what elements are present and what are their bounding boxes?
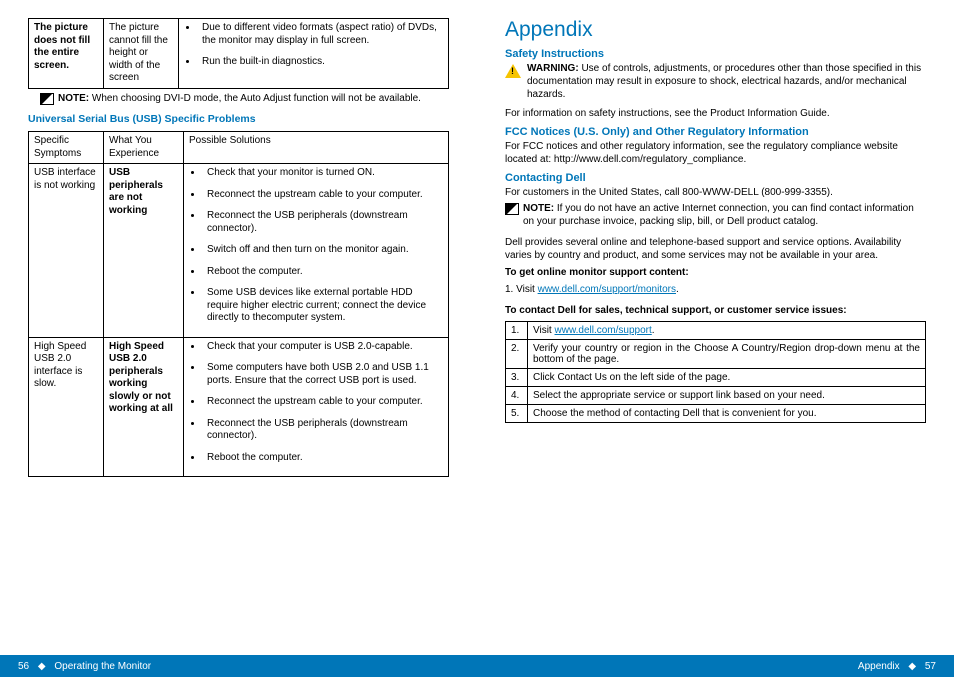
step-text: Click Contact Us on the left side of the… <box>528 369 926 387</box>
note-internet: NOTE: If you do not have an active Inter… <box>505 203 926 228</box>
bullet: Reboot the computer. <box>203 452 443 465</box>
cell-experience: The picture cannot fill the height or wi… <box>104 19 179 89</box>
table-contact-steps: 1. Visit www.dell.com/support. 2. Verify… <box>505 321 926 423</box>
left-page: The picture does not fill the entire scr… <box>0 0 477 677</box>
bullet: Run the built-in diagnostics. <box>198 56 443 69</box>
footer-left: 56 ◆ Operating the Monitor <box>18 661 151 672</box>
step-text: Select the appropriate service or suppor… <box>528 387 926 405</box>
row2-solutions: Check that your computer is USB 2.0-capa… <box>184 337 449 477</box>
warning-text: WARNING: Use of controls, adjustments, o… <box>527 62 926 101</box>
table-row: 4. Select the appropriate service or sup… <box>506 387 926 405</box>
section-title-right: Appendix <box>858 661 900 672</box>
step-text: Visit www.dell.com/support. <box>528 322 926 340</box>
link-dell-support[interactable]: www.dell.com/support <box>555 325 652 336</box>
note-dvi: NOTE: When choosing DVI-D mode, the Auto… <box>40 93 449 106</box>
table-row: 1. Visit www.dell.com/support. <box>506 322 926 340</box>
col-header-solutions: Possible Solutions <box>184 132 449 164</box>
para-fcc: For FCC notices and other regulatory inf… <box>505 140 926 166</box>
bullet: Due to different video formats (aspect r… <box>198 22 443 47</box>
step-num: 4. <box>506 387 528 405</box>
footer-right: Appendix ◆ 57 <box>858 661 936 672</box>
para-contact-us: For customers in the United States, call… <box>505 186 926 199</box>
row1-experience: USB peripherals are not working <box>104 164 184 338</box>
step-text: Choose the method of contacting Dell tha… <box>528 405 926 423</box>
row1-symptom: USB interface is not working <box>29 164 104 338</box>
fcc-heading: FCC Notices (U.S. Only) and Other Regula… <box>505 126 926 138</box>
bullet: Some USB devices like external portable … <box>203 287 443 325</box>
warning-icon <box>505 64 521 78</box>
note-icon <box>40 93 54 105</box>
footer-bar: 56 ◆ Operating the Monitor Appendix ◆ 57 <box>0 655 954 677</box>
step-num: 3. <box>506 369 528 387</box>
safety-heading: Safety Instructions <box>505 48 926 60</box>
page-number-right: 57 <box>925 661 936 672</box>
step-num: 1. <box>506 322 528 340</box>
bullet: Reconnect the upstream cable to your com… <box>203 189 443 202</box>
contacting-dell-heading: Contacting Dell <box>505 172 926 184</box>
cell-solutions: Due to different video formats (aspect r… <box>179 19 449 89</box>
diamond-icon: ◆ <box>38 661 46 672</box>
table-row: 5. Choose the method of contacting Dell … <box>506 405 926 423</box>
col-header-experience: What You Experience <box>104 132 184 164</box>
warning-block: WARNING: Use of controls, adjustments, o… <box>505 62 926 101</box>
diamond-icon: ◆ <box>908 661 916 672</box>
note-text: NOTE: When choosing DVI-D mode, the Auto… <box>58 93 421 106</box>
appendix-title: Appendix <box>505 18 926 42</box>
bullet: Reboot the computer. <box>203 266 443 279</box>
para-support-options: Dell provides several online and telepho… <box>505 236 926 262</box>
bullet: Switch off and then turn on the monitor … <box>203 244 443 257</box>
step-num: 5. <box>506 405 528 423</box>
bullet: Reconnect the upstream cable to your com… <box>203 396 443 409</box>
cell-symptom: The picture does not fill the entire scr… <box>29 19 104 89</box>
row2-experience: High Speed USB 2.0 peripherals working s… <box>104 337 184 477</box>
col-header-symptoms: Specific Symptoms <box>29 132 104 164</box>
page-number-left: 56 <box>18 661 29 672</box>
right-page: Appendix Safety Instructions WARNING: Us… <box>477 0 954 677</box>
link-support-monitors[interactable]: www.dell.com/support/monitors <box>538 284 676 295</box>
bullet: Some computers have both USB 2.0 and USB… <box>203 362 443 387</box>
step-num: 2. <box>506 340 528 369</box>
note-icon <box>505 203 519 215</box>
step-text: Verify your country or region in the Cho… <box>528 340 926 369</box>
online-support-step: 1. Visit www.dell.com/support/monitors. <box>505 283 926 296</box>
section-title-left: Operating the Monitor <box>54 661 151 672</box>
row2-symptom: High Speed USB 2.0 interface is slow. <box>29 337 104 477</box>
note-text: NOTE: If you do not have an active Inter… <box>523 203 926 228</box>
contact-issues-heading: To contact Dell for sales, technical sup… <box>505 304 926 317</box>
online-support-heading: To get online monitor support content: <box>505 266 926 279</box>
table-picture-fill: The picture does not fill the entire scr… <box>28 18 449 89</box>
bullet: Check that your computer is USB 2.0-capa… <box>203 341 443 354</box>
row1-solutions: Check that your monitor is turned ON. Re… <box>184 164 449 338</box>
para-safety-info: For information on safety instructions, … <box>505 107 926 120</box>
bullet: Reconnect the USB peripherals (downstrea… <box>203 418 443 443</box>
bullet: Reconnect the USB peripherals (downstrea… <box>203 210 443 235</box>
table-row: 2. Verify your country or region in the … <box>506 340 926 369</box>
table-usb-problems: Specific Symptoms What You Experience Po… <box>28 131 449 477</box>
usb-problems-heading: Universal Serial Bus (USB) Specific Prob… <box>28 113 449 125</box>
table-row: 3. Click Contact Us on the left side of … <box>506 369 926 387</box>
bullet: Check that your monitor is turned ON. <box>203 167 443 180</box>
page-spread: The picture does not fill the entire scr… <box>0 0 954 677</box>
